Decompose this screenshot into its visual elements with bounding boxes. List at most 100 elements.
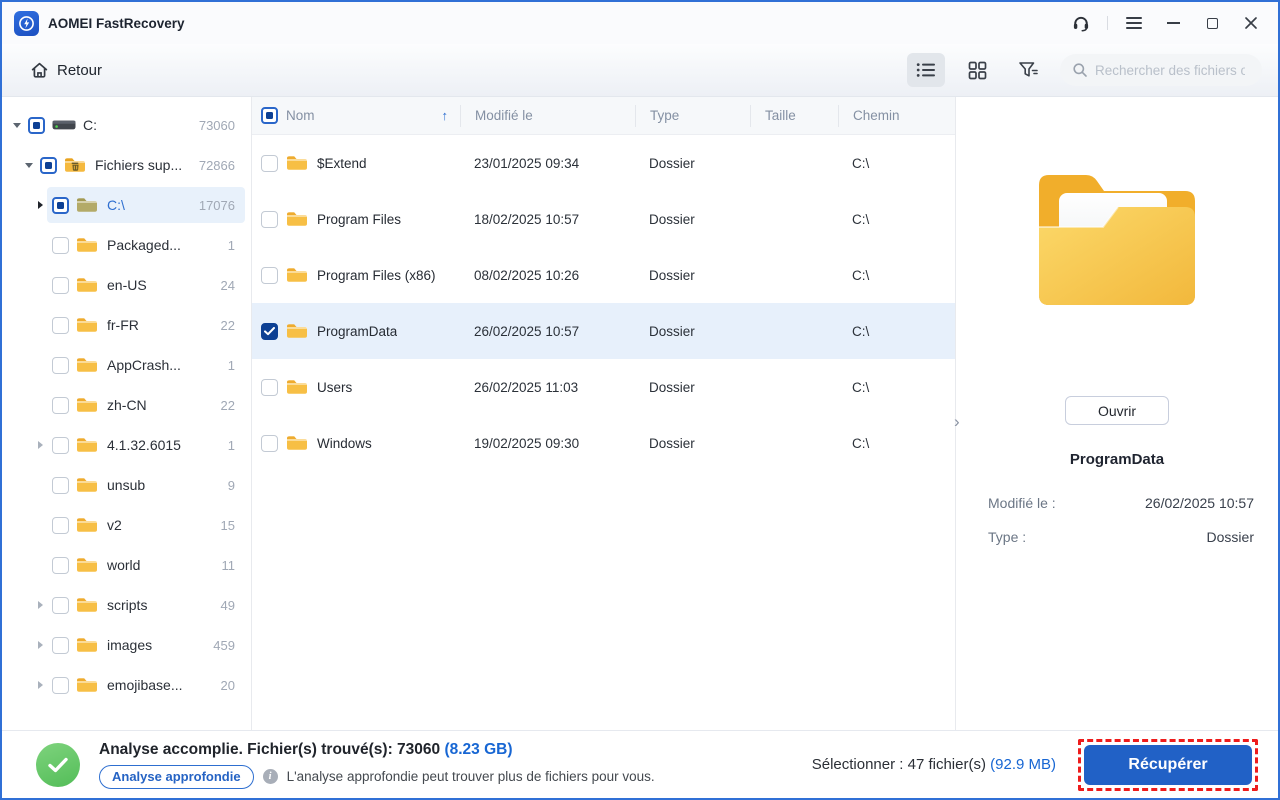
tree-item-body[interactable]: C: 73060 xyxy=(23,107,245,143)
open-button[interactable]: Ouvrir xyxy=(1065,396,1169,425)
expand-arrow-icon[interactable] xyxy=(34,441,47,449)
list-view-button[interactable] xyxy=(907,53,945,87)
row-checkbox[interactable] xyxy=(261,378,278,396)
table-row-programdata[interactable]: ProgramData 26/02/2025 10:57 Dossier C:\ xyxy=(252,303,955,359)
tree-checkbox[interactable] xyxy=(28,116,45,134)
minimize-icon[interactable] xyxy=(1160,10,1186,36)
titlebar-separator xyxy=(1107,16,1108,30)
tree-checkbox[interactable] xyxy=(52,196,69,214)
tree-item-body[interactable]: Fichiers sup... 72866 xyxy=(35,147,245,183)
sidebar-item-appcrash[interactable]: AppCrash... 1 xyxy=(2,345,251,385)
file-type: Dossier xyxy=(649,267,695,283)
recover-button[interactable]: Récupérer xyxy=(1084,744,1252,785)
select-all-checkbox[interactable] xyxy=(261,107,278,124)
sidebar-item-emojibase[interactable]: emojibase... 20 xyxy=(2,665,251,705)
sidebar-item-zh-cn[interactable]: zh-CN 22 xyxy=(2,385,251,425)
column-header-nom[interactable]: Nom ↑ xyxy=(286,105,460,127)
tree-item-body[interactable]: en-US 24 xyxy=(47,267,245,303)
sort-ascending-icon[interactable]: ↑ xyxy=(442,108,449,123)
tree-item-body[interactable]: images 459 xyxy=(47,627,245,663)
expand-arrow-icon[interactable] xyxy=(34,641,47,649)
tree-item-body[interactable]: unsub 9 xyxy=(47,467,245,503)
expand-arrow-icon[interactable] xyxy=(34,681,47,689)
tree-item-body[interactable]: AppCrash... 1 xyxy=(47,347,245,383)
scan-complete-check-icon xyxy=(36,742,80,787)
deep-scan-button[interactable]: Analyse approfondie xyxy=(99,764,254,789)
folder-icon xyxy=(76,356,100,374)
tree-item-label: en-US xyxy=(107,277,147,293)
sidebar-item-unsub[interactable]: unsub 9 xyxy=(2,465,251,505)
table-row-users[interactable]: Users 26/02/2025 11:03 Dossier C:\ xyxy=(252,359,955,415)
tree-item-body[interactable]: C:\ 17076 xyxy=(47,187,245,223)
tree-item-label: emojibase... xyxy=(107,677,183,693)
expand-arrow-icon[interactable] xyxy=(34,201,47,209)
row-checkbox[interactable] xyxy=(261,322,278,340)
grid-view-button[interactable] xyxy=(958,53,996,87)
expand-arrow-icon[interactable] xyxy=(34,601,47,609)
sidebar-item-4-1-32-6015[interactable]: 4.1.32.6015 1 xyxy=(2,425,251,465)
tree-checkbox[interactable] xyxy=(52,316,69,334)
row-checkbox[interactable] xyxy=(261,434,278,452)
tree-checkbox[interactable] xyxy=(52,436,69,454)
column-header-chemin[interactable]: Chemin xyxy=(838,104,955,127)
column-header-modifie[interactable]: Modifié le xyxy=(460,104,635,127)
back-button[interactable]: Retour xyxy=(30,61,102,79)
row-checkbox[interactable] xyxy=(261,266,278,284)
tree-item-body[interactable]: zh-CN 22 xyxy=(47,387,245,423)
sidebar-item-en-us[interactable]: en-US 24 xyxy=(2,265,251,305)
sidebar-item-c[interactable]: C:\ 17076 xyxy=(2,185,251,225)
file-path: C:\ xyxy=(852,267,870,283)
sidebar-item-packaged[interactable]: Packaged... 1 xyxy=(2,225,251,265)
tree-item-count: 9 xyxy=(227,477,235,493)
filter-icon[interactable] xyxy=(1009,53,1047,87)
row-checkbox[interactable] xyxy=(261,210,278,228)
tree-item-body[interactable]: 4.1.32.6015 1 xyxy=(47,427,245,463)
column-header-taille[interactable]: Taille xyxy=(750,104,838,127)
hamburger-menu-icon[interactable] xyxy=(1121,10,1147,36)
table-row-extend[interactable]: $Extend 23/01/2025 09:34 Dossier C:\ xyxy=(252,135,955,191)
tree-item-body[interactable]: scripts 49 xyxy=(47,587,245,623)
file-path: C:\ xyxy=(852,155,870,171)
tree-checkbox[interactable] xyxy=(52,516,69,534)
tree-item-count: 24 xyxy=(220,277,235,293)
sidebar-item-fr-fr[interactable]: fr-FR 22 xyxy=(2,305,251,345)
app-logo-icon xyxy=(14,10,39,36)
search-input[interactable] xyxy=(1095,62,1245,78)
maximize-icon[interactable] xyxy=(1199,10,1225,36)
file-type: Dossier xyxy=(649,323,695,339)
tree-item-body[interactable]: emojibase... 20 xyxy=(47,667,245,703)
tree-item-body[interactable]: fr-FR 22 xyxy=(47,307,245,343)
collapse-panel-chevron-icon[interactable]: › xyxy=(954,413,960,430)
tree-checkbox[interactable] xyxy=(52,676,69,694)
sidebar-item-world[interactable]: world 11 xyxy=(2,545,251,585)
tree-checkbox[interactable] xyxy=(40,156,57,174)
tree-item-body[interactable]: world 11 xyxy=(47,547,245,583)
sidebar-item-images[interactable]: images 459 xyxy=(2,625,251,665)
sidebar-item-scripts[interactable]: scripts 49 xyxy=(2,585,251,625)
table-row-windows[interactable]: Windows 19/02/2025 09:30 Dossier C:\ xyxy=(252,415,955,471)
expand-arrow-icon[interactable] xyxy=(22,162,35,168)
tree-checkbox[interactable] xyxy=(52,476,69,494)
tree-checkbox[interactable] xyxy=(52,636,69,654)
file-modified: 26/02/2025 10:57 xyxy=(474,323,580,339)
file-modified: 23/01/2025 09:34 xyxy=(474,155,580,171)
sidebar-item-fichiers-sup[interactable]: Fichiers sup... 72866 xyxy=(2,145,251,185)
tree-checkbox[interactable] xyxy=(52,236,69,254)
expand-arrow-icon[interactable] xyxy=(10,122,23,128)
tree-checkbox[interactable] xyxy=(52,396,69,414)
column-header-type[interactable]: Type xyxy=(635,104,750,127)
tree-checkbox[interactable] xyxy=(52,356,69,374)
tree-checkbox[interactable] xyxy=(52,596,69,614)
search-box[interactable] xyxy=(1060,54,1262,86)
support-headset-icon[interactable] xyxy=(1068,10,1094,36)
table-row-program-files-x86[interactable]: Program Files (x86) 08/02/2025 10:26 Dossi… xyxy=(252,247,955,303)
tree-checkbox[interactable] xyxy=(52,276,69,294)
sidebar-item-c[interactable]: C: 73060 xyxy=(2,105,251,145)
table-row-program-files[interactable]: Program Files 18/02/2025 10:57 Dossier C:\ xyxy=(252,191,955,247)
row-checkbox[interactable] xyxy=(261,154,278,172)
sidebar-item-v2[interactable]: v2 15 xyxy=(2,505,251,545)
tree-checkbox[interactable] xyxy=(52,556,69,574)
tree-item-body[interactable]: Packaged... 1 xyxy=(47,227,245,263)
tree-item-body[interactable]: v2 15 xyxy=(47,507,245,543)
close-icon[interactable] xyxy=(1238,10,1264,36)
